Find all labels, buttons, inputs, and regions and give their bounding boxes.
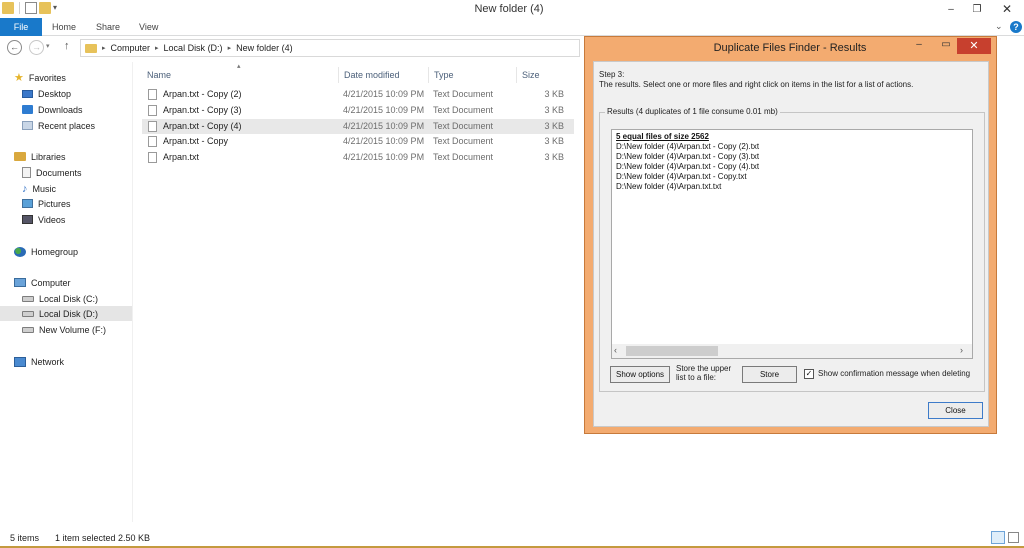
nav-computer[interactable]: Computer: [14, 275, 146, 290]
close-button[interactable]: ✕: [990, 0, 1024, 18]
file-list: ▴ Name Date modified Type Size Arpan.txt…: [134, 62, 584, 522]
results-group: Results (4 duplicates of 1 file consume …: [599, 107, 985, 392]
scroll-right-icon[interactable]: ›: [960, 345, 963, 355]
drive-icon: [22, 326, 34, 333]
selection-info: 1 item selected 2.50 KB: [55, 533, 151, 543]
ribbon-tabs: File Home Share View ⌄ ?: [0, 18, 1024, 36]
computer-icon: [14, 278, 26, 287]
text-file-icon: [148, 89, 157, 100]
scroll-left-icon[interactable]: ‹: [614, 345, 617, 355]
nav-favorites[interactable]: ★ Favorites: [14, 70, 146, 85]
file-row[interactable]: Arpan.txt - Copy (3) 4/21/2015 10:09 PM …: [142, 103, 574, 118]
recent-locations-icon[interactable]: ▾: [46, 42, 50, 50]
confirmation-checkbox[interactable]: ✓: [804, 369, 814, 379]
chevron-right-icon[interactable]: ▸: [228, 44, 232, 52]
breadcrumb-new-folder-4[interactable]: New folder (4): [236, 43, 293, 53]
step-label: Step 3:: [599, 70, 625, 79]
navigation-pane: ★ Favorites Desktop Downloads Recent pla…: [0, 62, 133, 522]
back-button[interactable]: ←: [7, 40, 22, 55]
item-count: 5 items: [10, 533, 40, 543]
dialog-minimize-button[interactable]: –: [908, 39, 930, 53]
list-item[interactable]: D:\New folder (4)\Arpan.txt - Copy.txt: [616, 172, 747, 181]
store-button[interactable]: Store: [742, 366, 797, 383]
pictures-icon: [22, 199, 33, 208]
dialog-body: Step 3: The results. Select one or more …: [593, 61, 989, 427]
dialog-title: Duplicate Files Finder - Results: [713, 42, 867, 54]
close-dialog-button[interactable]: Close: [928, 402, 983, 419]
results-group-title[interactable]: 5 equal files of size 2562: [616, 132, 709, 141]
desktop-icon: [22, 89, 33, 98]
help-icon[interactable]: ?: [1010, 21, 1022, 33]
store-label: Store the upper list to a file:: [676, 364, 732, 382]
libraries-icon: [14, 152, 26, 161]
results-group-label: Results (4 duplicates of 1 file consume …: [605, 107, 780, 116]
drive-icon: [22, 310, 34, 317]
drive-icon: [22, 295, 34, 302]
breadcrumb-local-disk-d[interactable]: Local Disk (D:): [164, 43, 223, 53]
tab-share[interactable]: Share: [96, 22, 120, 32]
star-icon: ★: [14, 72, 24, 84]
videos-icon: [22, 215, 33, 224]
dialog-close-button[interactable]: ✕: [957, 38, 991, 54]
nav-local-disk-d[interactable]: Local Disk (D:): [0, 306, 132, 321]
music-icon: ♪: [22, 182, 28, 195]
list-item[interactable]: D:\New folder (4)\Arpan.txt - Copy (4).t…: [616, 162, 759, 171]
file-row[interactable]: Arpan.txt 4/21/2015 10:09 PM Text Docume…: [142, 150, 574, 165]
documents-icon: [22, 167, 31, 178]
nav-libraries[interactable]: Libraries: [14, 149, 146, 164]
tab-home[interactable]: Home: [52, 22, 76, 32]
text-file-icon: [148, 136, 157, 147]
text-file-icon: [148, 105, 157, 116]
horizontal-scrollbar[interactable]: ‹ ›: [612, 344, 972, 358]
show-options-button[interactable]: Show options: [610, 366, 670, 383]
file-row[interactable]: Arpan.txt - Copy (4) 4/21/2015 10:09 PM …: [142, 119, 574, 134]
scroll-thumb[interactable]: [626, 346, 718, 356]
downloads-icon: [22, 105, 33, 114]
step-description: The results. Select one or more files an…: [599, 80, 914, 89]
list-item[interactable]: D:\New folder (4)\Arpan.txt - Copy (2).t…: [616, 142, 759, 151]
results-list[interactable]: 5 equal files of size 2562 D:\New folder…: [611, 129, 973, 359]
title-bar: ▾ New folder (4) – ❐ ✕: [0, 0, 1024, 18]
tab-view[interactable]: View: [139, 22, 158, 32]
homegroup-icon: [14, 246, 26, 257]
forward-button[interactable]: →: [29, 40, 44, 55]
recent-places-icon: [22, 121, 33, 130]
folder-icon: [85, 43, 97, 53]
column-header-name[interactable]: Name: [142, 67, 338, 83]
duplicate-finder-dialog: Duplicate Files Finder - Results – ▭ ✕ S…: [584, 36, 997, 434]
details-view-icon[interactable]: [991, 531, 1005, 544]
dialog-maximize-button[interactable]: ▭: [935, 39, 957, 53]
file-row[interactable]: Arpan.txt - Copy (2) 4/21/2015 10:09 PM …: [142, 87, 574, 102]
window-title: New folder (4): [474, 3, 544, 15]
breadcrumb-computer[interactable]: Computer: [111, 43, 151, 53]
list-item[interactable]: D:\New folder (4)\Arpan.txt.txt: [616, 182, 721, 191]
text-file-icon: [148, 121, 157, 132]
chevron-right-icon[interactable]: ▸: [102, 44, 106, 52]
large-icons-view-icon[interactable]: [1008, 532, 1019, 543]
column-header-size[interactable]: Size: [516, 67, 576, 83]
minimize-button[interactable]: –: [940, 0, 962, 18]
text-file-icon: [148, 152, 157, 163]
nav-homegroup[interactable]: Homegroup: [14, 244, 146, 259]
network-icon: [14, 356, 26, 367]
confirmation-checkbox-label[interactable]: Show confirmation message when deleting: [818, 369, 970, 378]
chevron-right-icon[interactable]: ▸: [155, 44, 159, 52]
column-header-date-modified[interactable]: Date modified: [338, 67, 428, 83]
expand-ribbon-icon[interactable]: ⌄: [995, 21, 1003, 32]
column-header-type[interactable]: Type: [428, 67, 516, 83]
tab-file[interactable]: File: [0, 18, 42, 36]
nav-network[interactable]: Network: [14, 354, 146, 369]
file-row[interactable]: Arpan.txt - Copy 4/21/2015 10:09 PM Text…: [142, 134, 574, 149]
list-item[interactable]: D:\New folder (4)\Arpan.txt - Copy (3).t…: [616, 152, 759, 161]
restore-button[interactable]: ❐: [966, 0, 988, 18]
up-button[interactable]: ↑: [64, 40, 70, 52]
address-bar[interactable]: ▸ Computer ▸ Local Disk (D:) ▸ New folde…: [80, 39, 580, 57]
